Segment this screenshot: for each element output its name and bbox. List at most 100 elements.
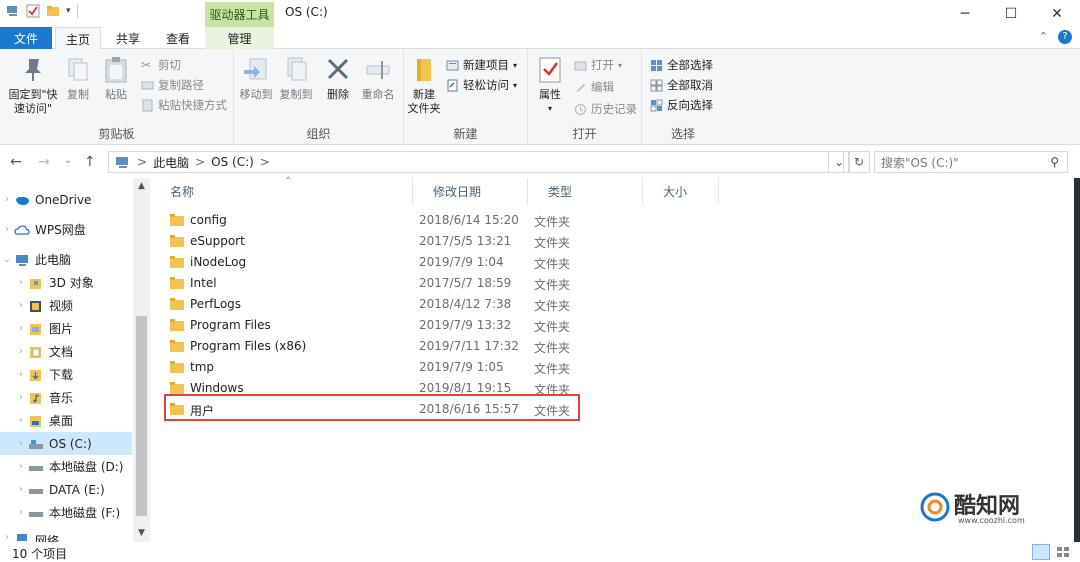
nav-item-wps[interactable]: › WPS网盘: [0, 218, 132, 241]
ribbon-help-controls: ⌃ ?: [1039, 30, 1072, 44]
select-none-button[interactable]: 全部取消: [650, 77, 713, 93]
easy-access-button[interactable]: 轻松访问 ▾: [446, 77, 517, 93]
move-to-button[interactable]: 移动到: [236, 55, 276, 102]
expand-chevron-icon[interactable]: ›: [14, 461, 28, 472]
scrollbar-thumb[interactable]: [136, 316, 147, 516]
collapse-ribbon-icon[interactable]: ⌃: [1039, 30, 1048, 44]
expand-chevron-icon[interactable]: ›: [14, 346, 28, 357]
breadcrumb-separator[interactable]: >: [260, 155, 270, 169]
file-row[interactable]: Program Files (x86) 2019/7/11 17:32 文件夹: [165, 336, 580, 357]
select-all-button[interactable]: 全部选择: [650, 57, 713, 73]
file-row[interactable]: iNodeLog 2019/7/9 1:04 文件夹: [165, 252, 580, 273]
refresh-icon[interactable]: ↻: [848, 151, 870, 173]
maximize-button[interactable]: ☐: [988, 0, 1034, 27]
computer-icon[interactable]: [6, 4, 20, 18]
qat-customize-icon[interactable]: ▾: [66, 6, 71, 16]
nav-item-drive-e[interactable]: › DATA (E:): [0, 478, 132, 501]
breadcrumb-separator[interactable]: >: [137, 155, 147, 169]
nav-item-this-pc[interactable]: ⌄ 此电脑: [0, 248, 132, 271]
search-icon[interactable]: ⚲: [1050, 155, 1059, 169]
expand-chevron-icon[interactable]: ›: [14, 507, 28, 518]
column-header-name[interactable]: 名称: [150, 178, 413, 205]
tab-view[interactable]: 查看: [155, 27, 201, 49]
expand-chevron-icon[interactable]: ›: [14, 369, 28, 380]
up-arrow-icon[interactable]: ↑: [84, 154, 96, 170]
file-row[interactable]: eSupport 2017/5/5 13:21 文件夹: [165, 231, 580, 252]
qat-divider: [76, 4, 78, 18]
tab-home[interactable]: 主页: [55, 27, 101, 50]
nav-item-desktop[interactable]: › 桌面: [0, 409, 132, 432]
expand-chevron-icon[interactable]: ›: [14, 323, 28, 334]
back-arrow-icon[interactable]: ←: [10, 154, 22, 170]
address-bar[interactable]: > 此电脑 > OS (C:) >: [108, 151, 844, 173]
tab-manage[interactable]: 管理: [205, 27, 274, 49]
copy-path-button[interactable]: 复制路径: [141, 77, 204, 93]
invert-selection-button[interactable]: 反向选择: [650, 97, 713, 113]
expand-chevron-icon[interactable]: ›: [14, 300, 28, 311]
history-button[interactable]: 历史记录: [574, 101, 637, 117]
column-header-date[interactable]: 修改日期: [413, 178, 528, 205]
address-dropdown-icon[interactable]: ⌄: [828, 151, 850, 173]
pin-quick-access-button[interactable]: 固定到"快速访问": [4, 55, 62, 116]
large-icons-view-icon[interactable]: [1054, 544, 1072, 560]
nav-item-drive-d[interactable]: › 本地磁盘 (D:): [0, 455, 132, 478]
expand-chevron-icon[interactable]: ›: [14, 438, 28, 449]
collapse-chevron-icon[interactable]: ⌄: [0, 254, 14, 265]
file-type: 文件夹: [534, 236, 571, 250]
paste-shortcut-button[interactable]: 粘贴快捷方式: [141, 97, 227, 113]
navigation-scrollbar[interactable]: ▲ ▼: [133, 178, 150, 542]
nav-item-drive-f[interactable]: › 本地磁盘 (F:): [0, 501, 132, 524]
expand-chevron-icon[interactable]: ›: [14, 277, 28, 288]
file-row[interactable]: Program Files 2019/7/9 13:32 文件夹: [165, 315, 580, 336]
file-row[interactable]: tmp 2019/7/9 1:05 文件夹: [165, 357, 580, 378]
expand-chevron-icon[interactable]: ›: [14, 484, 28, 495]
properties-check-icon[interactable]: [26, 4, 40, 18]
nav-item-documents[interactable]: › 文档: [0, 340, 132, 363]
expand-chevron-icon[interactable]: ›: [0, 194, 14, 205]
nav-item-music[interactable]: › 音乐: [0, 386, 132, 409]
breadcrumb-this-pc[interactable]: 此电脑: [153, 154, 189, 171]
close-button[interactable]: ✕: [1034, 0, 1080, 27]
breadcrumb-separator[interactable]: >: [195, 155, 205, 169]
new-folder-icon[interactable]: [46, 4, 60, 18]
file-row[interactable]: Intel 2017/5/7 18:59 文件夹: [165, 273, 580, 294]
nav-item-onedrive[interactable]: › OneDrive: [0, 188, 132, 211]
expand-chevron-icon[interactable]: ›: [14, 415, 28, 426]
column-header-size[interactable]: 大小: [643, 178, 719, 205]
scroll-up-icon[interactable]: ▲: [133, 181, 150, 191]
cut-button[interactable]: ✂ 剪切: [141, 57, 181, 73]
recent-locations-icon[interactable]: ⌄: [64, 155, 72, 166]
new-folder-button[interactable]: 新建 文件夹: [404, 55, 444, 116]
nav-item-downloads[interactable]: › 下载: [0, 363, 132, 386]
paste-button[interactable]: 粘贴: [98, 55, 134, 102]
cloud-outline-icon: [14, 224, 30, 235]
open-button[interactable]: 打开 ▾: [574, 57, 622, 73]
nav-item-os-c[interactable]: › OS (C:): [0, 432, 132, 455]
scroll-down-icon[interactable]: ▼: [133, 528, 150, 538]
tab-file[interactable]: 文件: [0, 27, 52, 49]
minimize-button[interactable]: ─: [942, 0, 988, 27]
rename-button[interactable]: 重命名: [356, 55, 400, 102]
expand-chevron-icon[interactable]: ›: [14, 392, 28, 403]
file-row[interactable]: config 2018/6/14 15:20 文件夹: [165, 210, 580, 231]
copy-button[interactable]: 复制: [62, 55, 94, 102]
forward-arrow-icon[interactable]: →: [38, 154, 50, 170]
nav-item-pictures[interactable]: › 图片: [0, 317, 132, 340]
properties-button[interactable]: 属性 ▾: [532, 55, 568, 116]
breadcrumb-os-c[interactable]: OS (C:): [211, 155, 254, 169]
help-icon[interactable]: ?: [1058, 30, 1072, 44]
column-header-type[interactable]: 类型: [528, 178, 643, 205]
details-view-icon[interactable]: [1032, 544, 1050, 560]
file-row[interactable]: PerfLogs 2018/4/12 7:38 文件夹: [165, 294, 580, 315]
nav-item-3d-objects[interactable]: › 3D 对象: [0, 271, 132, 294]
window-edge-divider: [1074, 178, 1080, 542]
new-item-button[interactable]: 新建项目 ▾: [446, 57, 517, 73]
nav-item-videos[interactable]: › 视频: [0, 294, 132, 317]
copy-to-button[interactable]: 复制到: [276, 55, 316, 102]
tab-share[interactable]: 共享: [105, 27, 151, 49]
search-input[interactable]: 搜索"OS (C:)" ⚲: [874, 151, 1068, 173]
delete-button[interactable]: 删除: [322, 55, 354, 102]
edit-button[interactable]: 编辑: [574, 79, 614, 95]
expand-chevron-icon[interactable]: ›: [0, 224, 14, 235]
navigation-bar: ← → ⌄ ↑ > 此电脑 > OS (C:) > ⌄ ↻ 搜索"OS (C:)…: [0, 146, 1080, 178]
